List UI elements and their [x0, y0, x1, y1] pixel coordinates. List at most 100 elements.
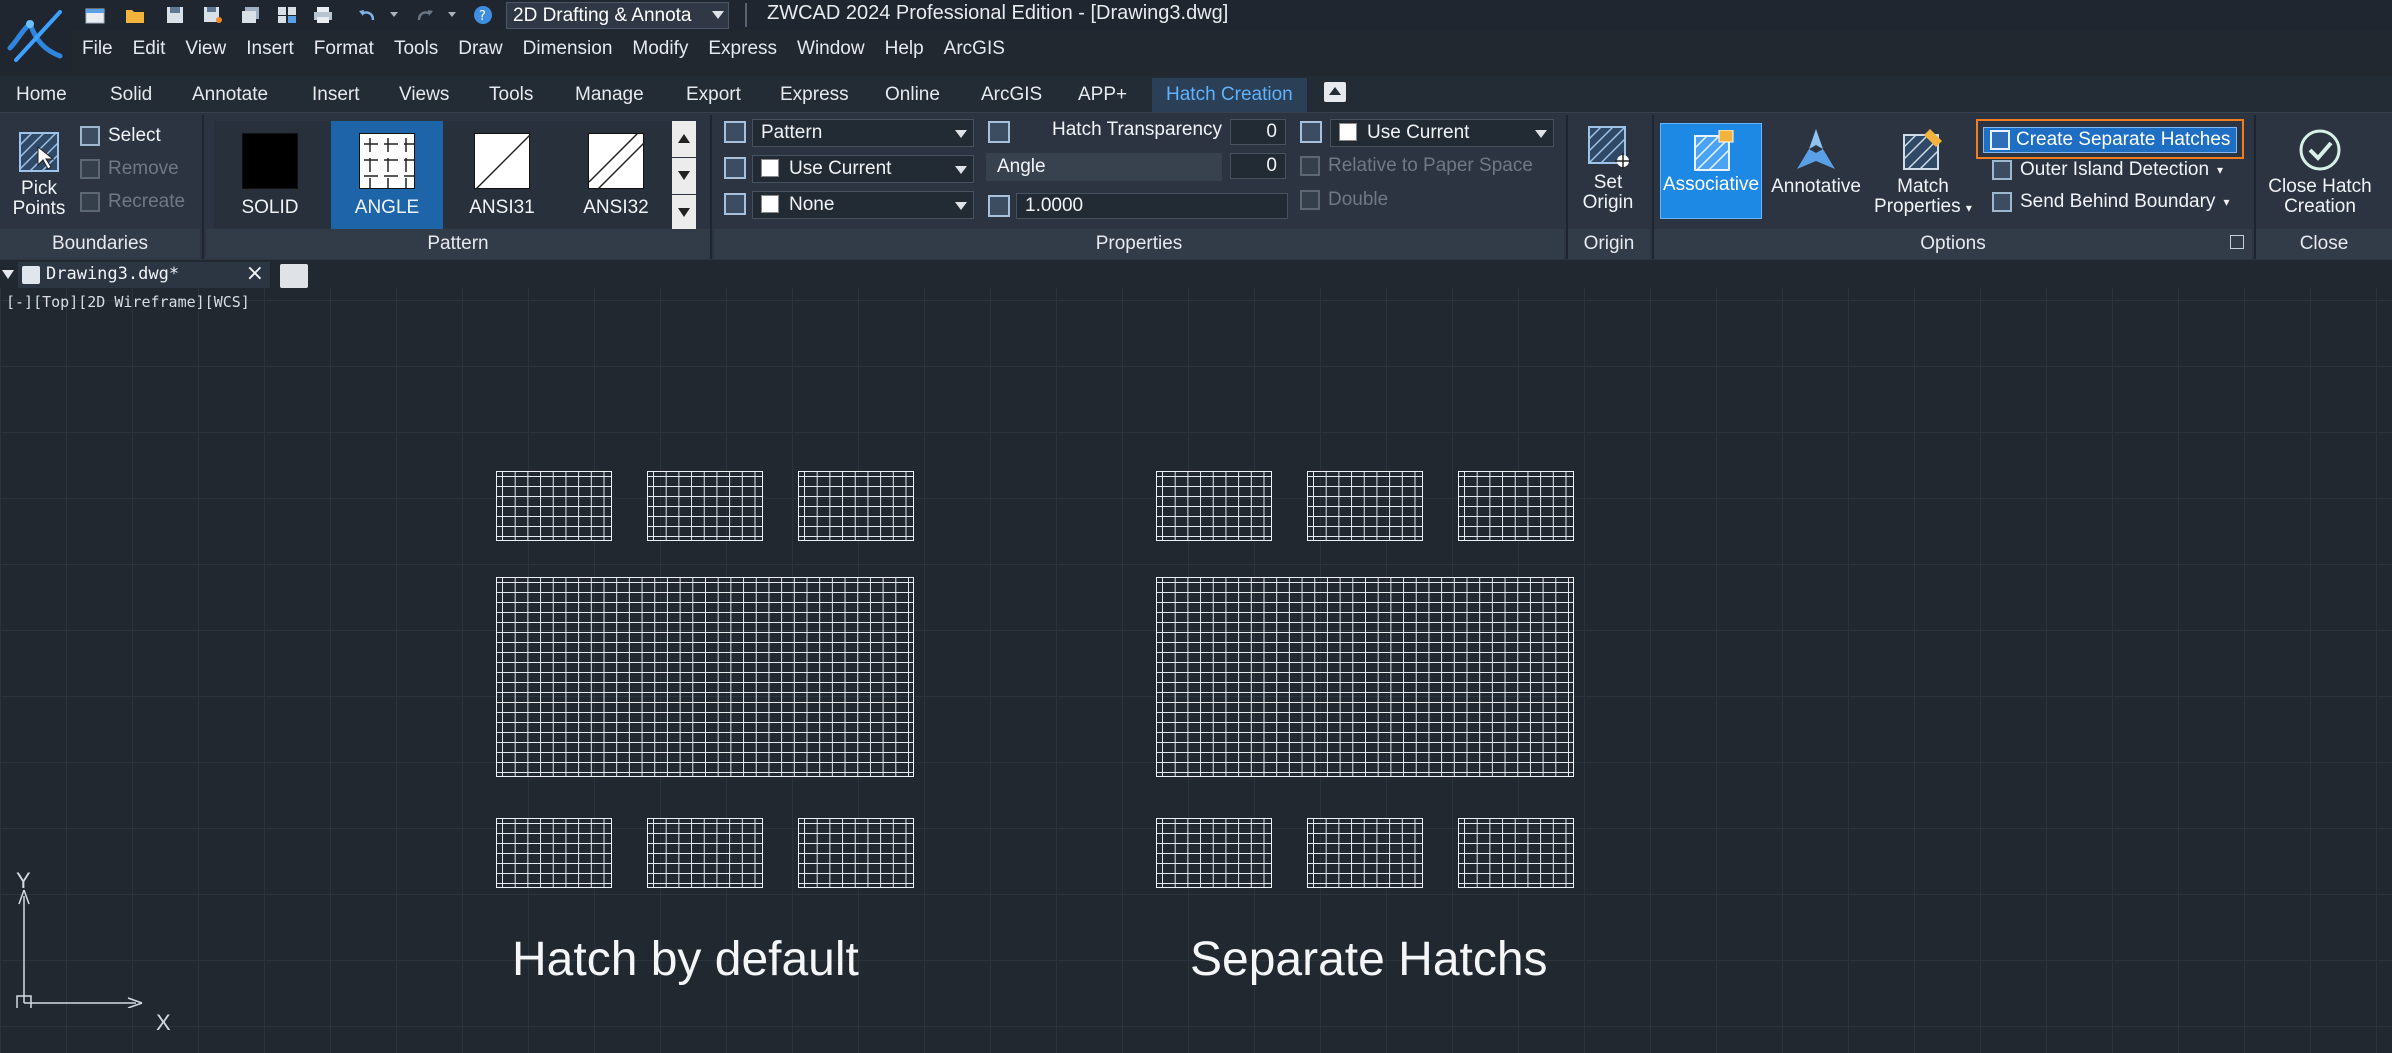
send-behind-boundary-button[interactable]: Send Behind Boundary ▾: [1992, 191, 2229, 213]
menu-view[interactable]: View: [175, 36, 236, 68]
separate-hatches-icon: [1990, 130, 2010, 150]
angle-value[interactable]: 0: [1230, 153, 1286, 179]
redo-icon[interactable]: [414, 4, 436, 26]
tab-tools[interactable]: Tools: [489, 81, 533, 111]
chevron-down-icon: [955, 130, 967, 138]
help-icon[interactable]: ?: [472, 4, 494, 26]
hatch-region[interactable]: [496, 577, 914, 777]
hatch-region[interactable]: [647, 471, 763, 541]
remove-icon: [80, 159, 100, 179]
menu-help[interactable]: Help: [875, 36, 934, 68]
hatch-region[interactable]: [647, 818, 763, 888]
redo-dropdown-icon[interactable]: [446, 4, 458, 26]
menu-format[interactable]: Format: [304, 36, 384, 68]
pattern-solid[interactable]: SOLID: [214, 121, 326, 231]
menu-tools[interactable]: Tools: [384, 36, 448, 68]
pattern-angle[interactable]: ANGLE: [331, 121, 443, 231]
hatch-region[interactable]: [798, 818, 914, 888]
recreate-boundary-button[interactable]: Recreate: [80, 191, 185, 213]
new-tab-icon[interactable]: [280, 264, 308, 288]
pattern-ansi32[interactable]: ANSI32: [560, 121, 672, 231]
hatch-region[interactable]: [496, 471, 612, 541]
tab-online[interactable]: Online: [885, 81, 940, 111]
remove-boundary-button[interactable]: Remove: [80, 158, 179, 180]
hatch-region[interactable]: [1156, 471, 1272, 541]
tab-app-plus[interactable]: APP+: [1078, 81, 1127, 111]
tab-views[interactable]: Views: [399, 81, 449, 111]
scroll-down-icon[interactable]: [672, 158, 696, 194]
hatch-layer-select[interactable]: Use Current: [1330, 119, 1554, 147]
tab-hatch-creation[interactable]: Hatch Creation: [1152, 78, 1307, 112]
close-icon[interactable]: ×: [246, 261, 264, 286]
create-separate-hatches-button[interactable]: Create Separate Hatches: [1983, 127, 2237, 153]
tab-export[interactable]: Export: [686, 81, 741, 111]
background-color-select[interactable]: None: [752, 191, 974, 219]
menu-modify[interactable]: Modify: [622, 36, 698, 68]
app-logo-icon[interactable]: [0, 0, 72, 72]
transparency-icon: [988, 121, 1010, 143]
annotative-button[interactable]: Annotative: [1766, 127, 1866, 197]
undo-dropdown-icon[interactable]: [388, 4, 400, 26]
save-icon[interactable]: [164, 4, 186, 26]
hatch-region[interactable]: [1156, 577, 1574, 777]
menu-express[interactable]: Express: [698, 36, 787, 68]
ribbon-collapse-button[interactable]: [1324, 82, 1346, 102]
hatch-region[interactable]: [1458, 471, 1574, 541]
tab-express[interactable]: Express: [780, 81, 849, 111]
properties-panel-title: Properties: [714, 229, 1564, 259]
tab-solid[interactable]: Solid: [110, 81, 152, 111]
multi-save-icon[interactable]: [240, 4, 262, 26]
tab-arcgis[interactable]: ArcGIS: [981, 81, 1042, 111]
pattern-ansi31[interactable]: ANSI31: [446, 121, 558, 231]
double-button[interactable]: Double: [1300, 189, 1388, 211]
hatch-region[interactable]: [1307, 471, 1423, 541]
menu-insert[interactable]: Insert: [236, 36, 304, 68]
scroll-up-icon[interactable]: [672, 121, 696, 157]
tab-insert[interactable]: Insert: [312, 81, 360, 111]
hatch-color-select[interactable]: Use Current: [752, 155, 974, 183]
caption-hatch-default[interactable]: Hatch by default: [512, 932, 859, 987]
dialog-launcher-icon[interactable]: [2230, 235, 2244, 249]
hatch-region[interactable]: [1307, 818, 1423, 888]
angle-slider[interactable]: Angle: [986, 153, 1222, 181]
publish-icon[interactable]: [276, 4, 298, 26]
workspace-dropdown[interactable]: 2D Drafting & Annota: [506, 2, 729, 29]
save-as-icon[interactable]: [202, 4, 224, 26]
outer-island-detection-button[interactable]: Outer Island Detection ▾: [1992, 159, 2223, 181]
hatch-region[interactable]: [1156, 818, 1272, 888]
extents-icon[interactable]: [316, 4, 338, 26]
viewport-controls[interactable]: [-][Top][2D Wireframe][WCS]: [6, 293, 250, 311]
tab-home[interactable]: Home: [16, 81, 67, 111]
menu-file[interactable]: File: [72, 36, 123, 68]
drawing-canvas[interactable]: [-][Top][2D Wireframe][WCS] Hatch by def…: [0, 288, 2392, 1053]
menu-arcgis[interactable]: ArcGIS: [934, 36, 1015, 68]
transparency-slider[interactable]: Hatch Transparency: [1034, 117, 1224, 145]
new-icon[interactable]: [84, 4, 106, 26]
select-boundary-button[interactable]: Select: [80, 125, 161, 147]
associative-button[interactable]: Associative: [1660, 123, 1762, 219]
caption-separate-hatches[interactable]: Separate Hatchs: [1190, 932, 1548, 987]
menu-edit[interactable]: Edit: [123, 36, 176, 68]
pick-points-button[interactable]: Pick Points: [8, 129, 70, 219]
set-origin-button[interactable]: Set Origin: [1576, 123, 1640, 213]
scale-input[interactable]: 1.0000: [1016, 193, 1288, 219]
hatch-type-select[interactable]: Pattern: [752, 119, 974, 147]
expand-gallery-icon[interactable]: [672, 195, 696, 231]
menu-dimension[interactable]: Dimension: [513, 36, 623, 68]
menu-draw[interactable]: Draw: [448, 36, 512, 68]
undo-icon[interactable]: [356, 4, 378, 26]
tab-menu-icon[interactable]: [2, 270, 14, 279]
transparency-value[interactable]: 0: [1230, 119, 1286, 145]
tab-manage[interactable]: Manage: [575, 81, 644, 111]
match-properties-button[interactable]: Match Properties ▾: [1870, 127, 1976, 218]
relative-paper-label: Relative to Paper Space: [1328, 155, 1533, 176]
document-tab[interactable]: Drawing3.dwg* ×: [18, 261, 270, 288]
relative-to-paper-button[interactable]: Relative to Paper Space: [1300, 155, 1533, 177]
hatch-region[interactable]: [1458, 818, 1574, 888]
close-hatch-creation-button[interactable]: Close Hatch Creation: [2262, 127, 2378, 217]
tab-annotate[interactable]: Annotate: [192, 81, 268, 111]
hatch-region[interactable]: [798, 471, 914, 541]
hatch-region[interactable]: [496, 818, 612, 888]
open-icon[interactable]: [124, 4, 146, 26]
menu-window[interactable]: Window: [787, 36, 875, 68]
